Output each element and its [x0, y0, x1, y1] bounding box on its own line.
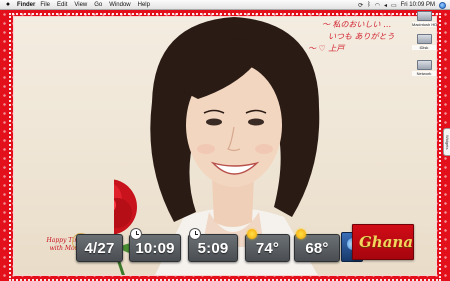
- menu-clock[interactable]: Fri 10:09 PM: [401, 2, 435, 8]
- drawer-tab[interactable]: Widgets: [443, 128, 450, 156]
- sun-icon: [296, 229, 306, 239]
- apple-menu-icon[interactable]: ●: [2, 1, 14, 8]
- spotlight-icon[interactable]: [439, 1, 446, 9]
- temp-1-value: 74°: [255, 240, 280, 257]
- desktop-icon-hd[interactable]: Macintosh HD: [412, 11, 438, 27]
- menu-go[interactable]: Go: [94, 2, 102, 8]
- menu-view[interactable]: View: [74, 2, 87, 8]
- desktop-icon-label: iDisk: [412, 45, 436, 50]
- menu-app-finder[interactable]: Finder: [17, 2, 35, 8]
- menu-file[interactable]: File: [40, 2, 50, 8]
- network-icon: [416, 60, 432, 70]
- battery-icon[interactable]: ▭: [391, 2, 397, 9]
- menu-edit[interactable]: Edit: [57, 2, 67, 8]
- clock-widget-1[interactable]: 10:09: [129, 228, 181, 262]
- airport-icon[interactable]: ◠: [375, 2, 380, 9]
- desktop-icon-idisk[interactable]: iDisk: [412, 34, 436, 50]
- desktop-icon-network[interactable]: Network: [412, 60, 436, 76]
- desktop-icon-label: Network: [412, 71, 436, 76]
- sun-icon: [247, 229, 257, 239]
- date-widget[interactable]: 4/27: [76, 234, 123, 262]
- menu-window[interactable]: Window: [109, 2, 130, 8]
- weather-widget-2[interactable]: 68°: [294, 229, 340, 262]
- bluetooth-icon[interactable]: ᛒ: [367, 2, 371, 8]
- clock-2-value: 5:09: [197, 240, 229, 257]
- status-area: ⟳ ᛒ ◠ ◂ ▭ Fri 10:09 PM: [358, 0, 446, 10]
- chocolate-package-widget: Ghana: [352, 224, 414, 260]
- clock-widget-2[interactable]: 5:09: [188, 228, 238, 262]
- weather-widget-1[interactable]: 74°: [245, 229, 290, 262]
- chocolate-logo: Ghana: [359, 233, 414, 251]
- temp-2-value: 68°: [305, 240, 329, 257]
- menu-bar: ● Finder File Edit View Go Window Help ⟳…: [0, 0, 450, 10]
- clock-icon: [189, 228, 201, 240]
- date-value: 4/27: [84, 240, 115, 257]
- hard-drive-icon: [416, 11, 432, 21]
- disk-icon: [416, 34, 432, 44]
- menu-help[interactable]: Help: [138, 2, 150, 8]
- volume-icon[interactable]: ◂: [384, 2, 387, 9]
- clock-icon: [130, 228, 142, 240]
- desktop-icon-label: Macintosh HD: [412, 22, 438, 27]
- sync-icon[interactable]: ⟳: [358, 2, 363, 9]
- clock-1-value: 10:09: [135, 240, 175, 257]
